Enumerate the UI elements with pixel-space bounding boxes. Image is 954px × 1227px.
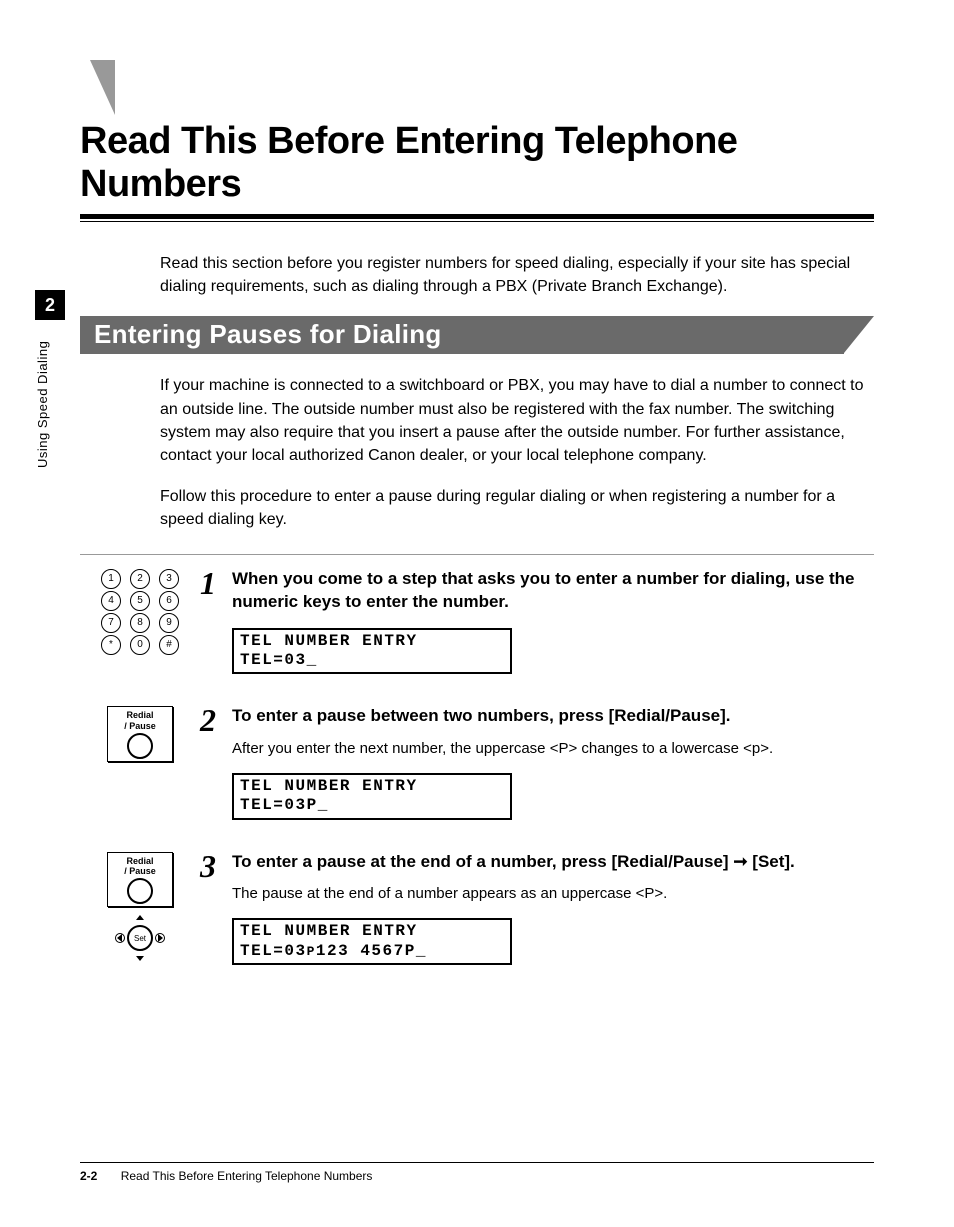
redial-label-line1: Redial — [126, 710, 153, 720]
step-1-number: 1 — [200, 567, 224, 599]
chapter-side-label: Using Speed Dialing — [35, 328, 50, 468]
key-8: 8 — [130, 613, 150, 633]
body-paragraph-2: Follow this procedure to enter a pause d… — [160, 485, 874, 531]
redial-pause-button-icon-2: Redial / Pause — [107, 852, 173, 908]
key-0: 0 — [130, 635, 150, 655]
step-3-title: To enter a pause at the end of a number,… — [232, 850, 874, 874]
page-footer: 2-2 Read This Before Entering Telephone … — [80, 1162, 874, 1183]
chapter-side-tab: 2 Using Speed Dialing — [35, 290, 65, 468]
step-2: Redial / Pause 2 To enter a pause betwee… — [80, 704, 874, 819]
step-1-icon-column: 1 2 3 4 5 6 7 8 9 * 0 # — [80, 567, 200, 657]
body-paragraph-1: If your machine is connected to a switch… — [160, 374, 874, 467]
step-2-subtext: After you enter the next number, the upp… — [232, 738, 874, 759]
step-3-lcd: TEL NUMBER ENTRY TEL=03P123 4567P_ — [232, 918, 512, 964]
key-star: * — [101, 635, 121, 655]
subheader-text: Entering Pauses for Dialing — [80, 316, 844, 354]
redial-label-line1b: Redial — [126, 856, 153, 866]
step-1-lcd: TEL NUMBER ENTRY TEL=03_ — [232, 628, 512, 674]
step-2-number: 2 — [200, 704, 224, 736]
redial-label-line2: / Pause — [124, 721, 156, 731]
keypad-icon: 1 2 3 4 5 6 7 8 9 * 0 # — [101, 569, 179, 657]
step-3: Redial / Pause Set 3 To enter a pause at… — [80, 850, 874, 965]
set-button-label: Set — [127, 925, 153, 951]
circle-button-icon-2 — [127, 878, 153, 904]
redial-pause-button-icon: Redial / Pause — [107, 706, 173, 762]
key-2: 2 — [130, 569, 150, 589]
key-6: 6 — [159, 591, 179, 611]
circle-button-icon — [127, 733, 153, 759]
step-2-icon-column: Redial / Pause — [80, 704, 200, 762]
step-3-subtext: The pause at the end of a number appears… — [232, 883, 874, 904]
title-rule-thick — [80, 214, 874, 219]
step-3-icon-column: Redial / Pause Set — [80, 850, 200, 964]
page-title: Read This Before Entering Telephone Numb… — [80, 120, 874, 206]
step-2-title: To enter a pause between two numbers, pr… — [232, 704, 874, 728]
step-3-number: 3 — [200, 850, 224, 882]
step-1-title: When you come to a step that asks you to… — [232, 567, 874, 615]
key-hash: # — [159, 635, 179, 655]
title-rule-thin — [80, 221, 874, 222]
key-7: 7 — [101, 613, 121, 633]
footer-page-number: 2-2 — [80, 1169, 97, 1183]
nav-set-button-icon: Set — [115, 913, 165, 963]
key-1: 1 — [101, 569, 121, 589]
footer-title: Read This Before Entering Telephone Numb… — [121, 1169, 373, 1183]
chapter-number-box: 2 — [35, 290, 65, 320]
key-4: 4 — [101, 591, 121, 611]
step-1: 1 2 3 4 5 6 7 8 9 * 0 # — [80, 567, 874, 675]
key-3: 3 — [159, 569, 179, 589]
step-2-lcd: TEL NUMBER ENTRY TEL=03P_ — [232, 773, 512, 819]
key-5: 5 — [130, 591, 150, 611]
footer-rule — [80, 1162, 874, 1163]
subheader-arrow-deco — [844, 316, 874, 353]
intro-paragraph: Read this section before you register nu… — [160, 252, 874, 298]
decorative-arrow — [90, 60, 115, 115]
step-separator — [80, 554, 874, 555]
redial-label-line2b: / Pause — [124, 866, 156, 876]
key-9: 9 — [159, 613, 179, 633]
section-subheader: Entering Pauses for Dialing — [80, 316, 874, 354]
